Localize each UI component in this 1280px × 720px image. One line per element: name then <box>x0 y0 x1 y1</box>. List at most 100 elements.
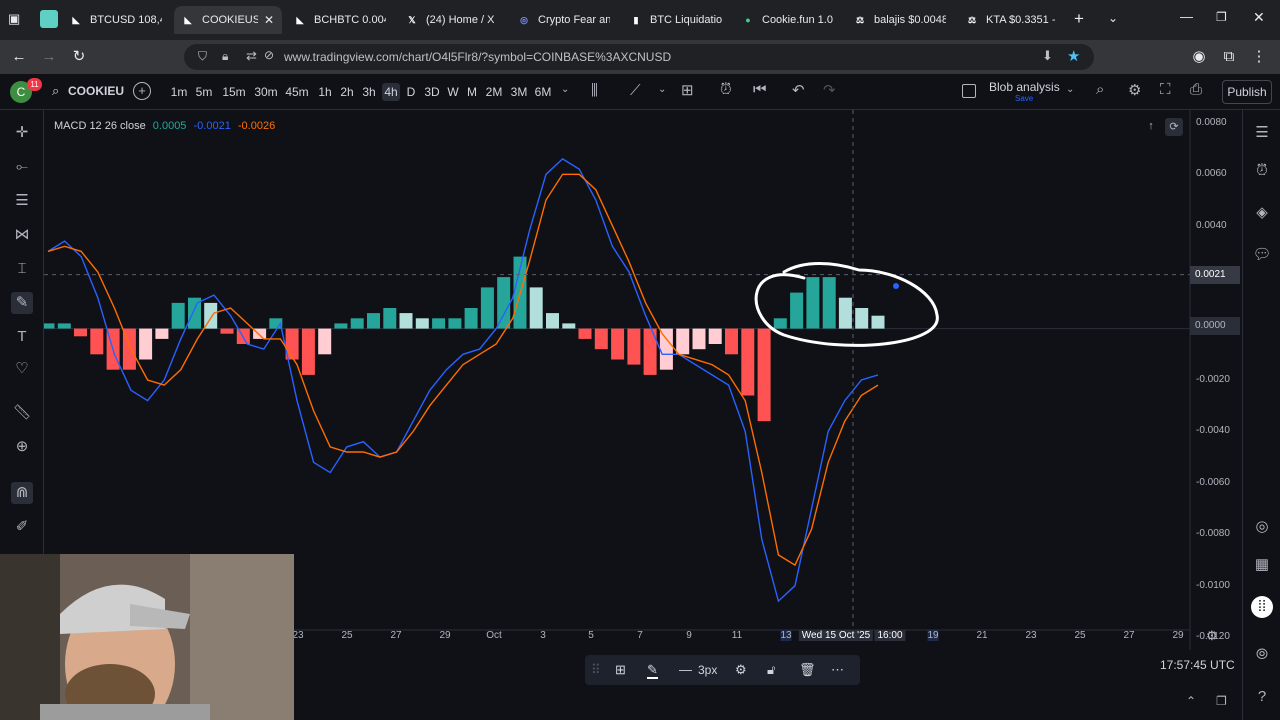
layout-checkbox[interactable] <box>962 84 976 98</box>
calendar-icon[interactable]: ▦ <box>1251 554 1273 576</box>
indicator-legend[interactable]: MACD 12 26 close 0.0005 -0.0021 -0.0026 <box>54 120 275 132</box>
line-width-icon[interactable]: — <box>679 661 692 679</box>
scroll-to-top-icon[interactable]: ↑ <box>1143 118 1159 134</box>
interval-button[interactable]: 2h <box>338 83 356 101</box>
interval-button[interactable]: 3h <box>360 83 378 101</box>
interval-button[interactable]: 15m <box>220 83 248 101</box>
auto-scale-icon[interactable]: ⟳ <box>1165 118 1183 136</box>
delete-trash-icon[interactable]: 🗑︎ <box>799 661 816 679</box>
symbol-search-icon[interactable]: ⌕ <box>52 83 59 99</box>
measure-ruler-icon[interactable]: 📏︎ <box>11 402 33 424</box>
publish-button[interactable]: Publish <box>1222 80 1272 104</box>
zoom-in-icon[interactable]: ⊕ <box>11 436 33 458</box>
lock-drawings-icon[interactable]: ✐ <box>11 516 33 538</box>
forward-icon[interactable]: → <box>40 48 58 66</box>
apps-grid-icon[interactable]: ⁞⁞ <box>1251 596 1273 618</box>
layers-icon[interactable]: ◈ <box>1251 202 1273 224</box>
url-box[interactable]: ⛉ 🔒︎ ⇄ ⊘ www.tradingview.com/chart/O4l5F… <box>184 44 1094 70</box>
tab-search-icon[interactable]: ⌄ <box>1108 11 1118 25</box>
maximize-panel-icon[interactable]: ❐ <box>1216 694 1227 708</box>
line-width-label[interactable]: 3px <box>698 661 717 679</box>
lock-icon[interactable]: 🔓︎ <box>767 661 775 679</box>
close-tab-icon[interactable]: ✕ <box>264 13 274 27</box>
bookmark-star-icon[interactable]: ★ <box>1067 47 1080 65</box>
tab-favicon-teal[interactable] <box>40 10 58 28</box>
alert-icon[interactable]: ⏰︎ <box>720 81 732 98</box>
collapse-panel-icon[interactable]: ⌃ <box>1186 694 1196 708</box>
magnet-icon[interactable]: ⋒ <box>11 482 33 504</box>
browser-tab[interactable]: ● Cookie.fun 1.0 (A <box>734 6 842 34</box>
browser-tab[interactable]: ◣ COOKIEUSDT ✕ <box>174 6 282 34</box>
trend-line-icon[interactable]: ⟜ <box>11 156 33 178</box>
watchlist-icon[interactable]: ☰ <box>1251 122 1273 144</box>
browser-tab[interactable]: ◣ BTCUSD 108,475 <box>62 6 170 34</box>
replay-icon[interactable]: ⏮︎ <box>753 81 767 98</box>
interval-button[interactable]: D <box>404 83 418 101</box>
settings-icon[interactable]: ⚙ <box>735 661 747 679</box>
utc-clock[interactable]: 17:57:45 UTC <box>1160 658 1235 672</box>
reload-icon[interactable]: ↻ <box>70 48 88 66</box>
browser-menu-icon[interactable]: ⋮ <box>1250 48 1268 66</box>
interval-button[interactable]: 30m <box>253 83 279 101</box>
no-tracking-icon[interactable]: ⊘ <box>264 48 274 62</box>
prediction-tool-icon[interactable]: ⌶ <box>11 258 33 280</box>
interval-button[interactable]: 45m <box>284 83 310 101</box>
broadcast-icon[interactable]: ⦾ <box>1251 644 1273 666</box>
undo-icon[interactable]: ↶ <box>792 81 805 99</box>
pencil-color-icon[interactable]: ✎ <box>647 661 658 679</box>
template-icon[interactable]: ⊞ <box>615 661 626 679</box>
interval-dropdown-icon[interactable]: ⌄ <box>561 84 569 95</box>
interval-button[interactable]: 1h <box>316 83 334 101</box>
indicators-icon[interactable]: ⟋ <box>630 82 641 99</box>
back-icon[interactable]: ← <box>10 48 28 66</box>
help-icon[interactable]: ? <box>1251 686 1273 708</box>
target-icon[interactable]: ◎ <box>1251 516 1273 538</box>
brush-icon[interactable]: ✎ <box>11 292 33 314</box>
compare-symbol-button[interactable]: + <box>133 82 151 100</box>
url-text[interactable]: www.tradingview.com/chart/O4l5Flr8/?symb… <box>284 50 671 64</box>
site-settings-icon[interactable]: ⇄ <box>246 48 257 64</box>
fullscreen-icon[interactable]: ⛶ <box>1160 81 1171 98</box>
browser-tab[interactable]: ◣ BCHBTC 0.00473 <box>286 6 394 34</box>
browser-tab[interactable]: ▮ BTC Liquidation <box>622 6 730 34</box>
profile-icon[interactable]: ◉ <box>1190 48 1208 66</box>
layout-dropdown-icon[interactable]: ⌄ <box>1066 84 1074 95</box>
new-tab-button[interactable]: + <box>1074 9 1084 29</box>
fib-retracement-icon[interactable]: ☰ <box>11 190 33 212</box>
indicators-dropdown-icon[interactable]: ⌄ <box>658 84 666 95</box>
maximize-button[interactable]: ❐ <box>1216 10 1227 24</box>
interval-button[interactable]: 1m <box>168 83 190 101</box>
layout-name[interactable]: Blob analysis <box>989 80 1060 94</box>
browser-tab[interactable]: ⚖ balajis $0.004818 <box>846 6 954 34</box>
tab-overview-icon[interactable]: ▣ <box>8 11 26 29</box>
templates-icon[interactable]: ⊞ <box>681 81 694 99</box>
interval-button[interactable]: 4h <box>382 83 400 101</box>
interval-button[interactable]: 2M <box>484 83 504 101</box>
favorites-heart-icon[interactable]: ♡ <box>11 358 33 380</box>
crosshair-icon[interactable]: ✛ <box>11 122 33 144</box>
browser-tab[interactable]: 𝕏 (24) Home / X <box>398 6 506 34</box>
interval-button[interactable]: 3M <box>508 83 530 101</box>
text-tool-icon[interactable]: T <box>11 326 33 348</box>
browser-tab[interactable]: ⚖ KTA $0.3351 - Ke <box>958 6 1066 34</box>
alerts-clock-icon[interactable]: ⏰︎ <box>1251 160 1273 182</box>
interval-button[interactable]: 5m <box>194 83 214 101</box>
drag-handle-icon[interactable]: ⠿ <box>591 661 601 679</box>
interval-button[interactable]: 6M <box>532 83 554 101</box>
search-icon[interactable]: ⌕ <box>1096 81 1104 98</box>
interval-button[interactable]: M <box>464 83 480 101</box>
minimize-button[interactable]: — <box>1180 9 1193 24</box>
close-window-button[interactable]: ✕ <box>1253 9 1265 26</box>
axis-settings-icon[interactable]: ⚙ <box>1206 628 1218 644</box>
symbol-name[interactable]: COOKIEU <box>68 84 124 98</box>
bar-style-icon[interactable]: ⫼ <box>591 82 598 99</box>
lock-icon[interactable]: 🔒︎ <box>222 49 228 64</box>
install-app-icon[interactable]: ⬇ <box>1042 48 1053 64</box>
pattern-tool-icon[interactable]: ⋈ <box>11 224 33 246</box>
settings-gear-icon[interactable]: ⚙ <box>1128 81 1141 99</box>
redo-icon[interactable]: ↷ <box>823 81 836 99</box>
interval-button[interactable]: W <box>446 83 460 101</box>
interval-button[interactable]: 3D <box>422 83 442 101</box>
shield-icon[interactable]: ⛉ <box>198 49 207 64</box>
browser-tab[interactable]: ◎ Crypto Fear and <box>510 6 618 34</box>
